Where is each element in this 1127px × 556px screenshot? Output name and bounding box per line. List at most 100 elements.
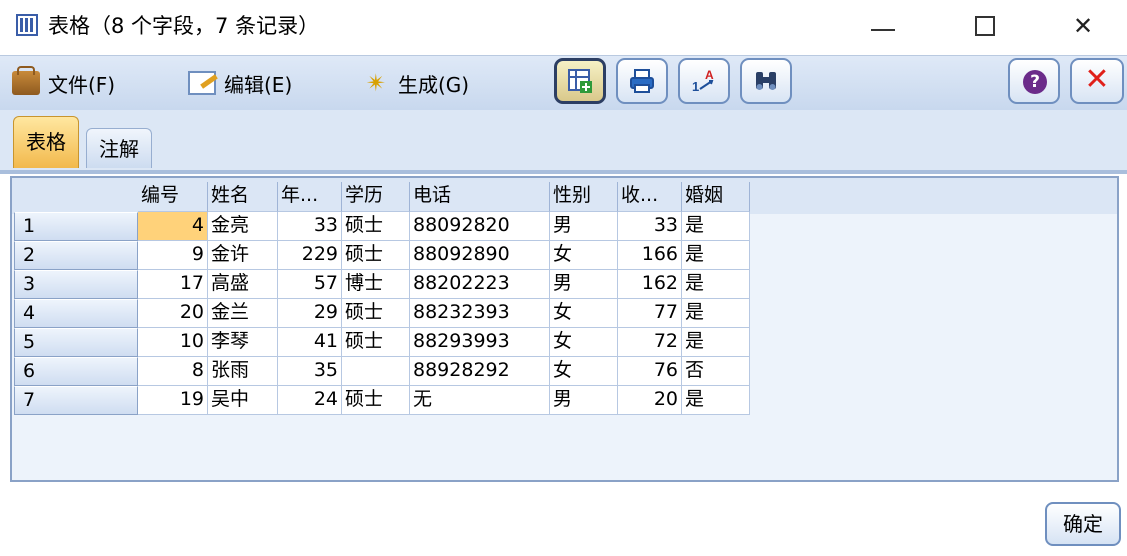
table-cell[interactable]: 166 xyxy=(618,241,682,270)
table-cell[interactable]: 金许 xyxy=(208,241,278,270)
sort-button[interactable]: 1 A xyxy=(678,58,730,104)
help-button[interactable]: ? xyxy=(1008,58,1060,104)
table-cell[interactable]: 19 xyxy=(138,386,208,415)
table-cell[interactable]: 88928292 xyxy=(410,357,550,386)
table-cell[interactable] xyxy=(342,357,410,386)
table-insert-button[interactable] xyxy=(554,58,606,104)
table-cell[interactable]: 88232393 xyxy=(410,299,550,328)
table-cell[interactable]: 24 xyxy=(278,386,342,415)
table-cell[interactable]: 72 xyxy=(618,328,682,357)
menu-edit[interactable]: 编辑(E) xyxy=(188,68,292,98)
window-close-button[interactable]: ✕ xyxy=(1058,8,1108,44)
table-cell[interactable]: 女 xyxy=(550,241,618,270)
maximize-button[interactable] xyxy=(960,8,1010,44)
table-cell[interactable]: 35 xyxy=(278,357,342,386)
row-header[interactable]: 6 xyxy=(14,357,138,386)
table-window-icon xyxy=(16,14,38,36)
table-cell[interactable]: 162 xyxy=(618,270,682,299)
table-cell[interactable]: 9 xyxy=(138,241,208,270)
edit-icon xyxy=(188,71,216,95)
table-cell[interactable]: 8 xyxy=(138,357,208,386)
row-header[interactable]: 7 xyxy=(14,386,138,415)
table-cell[interactable]: 吴中 xyxy=(208,386,278,415)
table-cell[interactable]: 博士 xyxy=(342,270,410,299)
table-cell[interactable]: 是 xyxy=(682,270,750,299)
close-dialog-button[interactable]: ✕ xyxy=(1070,58,1124,104)
table-corner xyxy=(14,182,138,212)
column-header[interactable]: 婚姻 xyxy=(682,182,750,212)
table-cell[interactable]: 是 xyxy=(682,212,750,241)
table-cell[interactable]: 是 xyxy=(682,386,750,415)
table-cell[interactable]: 张雨 xyxy=(208,357,278,386)
table-cell[interactable]: 男 xyxy=(550,386,618,415)
table-cell[interactable]: 41 xyxy=(278,328,342,357)
table-cell[interactable]: 男 xyxy=(550,212,618,241)
table-cell[interactable]: 女 xyxy=(550,299,618,328)
column-header[interactable]: 性别 xyxy=(550,182,618,212)
column-header[interactable]: 编号 xyxy=(138,182,208,212)
row-header[interactable]: 2 xyxy=(14,241,138,270)
table-cell[interactable]: 男 xyxy=(550,270,618,299)
ok-button[interactable]: 确定 xyxy=(1045,502,1121,546)
table-cell[interactable]: 否 xyxy=(682,357,750,386)
table-cell[interactable]: 硕士 xyxy=(342,299,410,328)
close-red-icon: ✕ xyxy=(1084,62,1110,97)
maximize-icon xyxy=(975,16,995,36)
data-table: 编号 姓名 年... 学历 电话 性别 收... 婚姻 1 4 金亮 33 硕士 88092820 男 33 是… xyxy=(10,176,1119,482)
table-cell[interactable]: 17 xyxy=(138,270,208,299)
table-cell[interactable]: 硕士 xyxy=(342,241,410,270)
menu-edit-label: 编辑(E) xyxy=(224,72,293,97)
table-cell[interactable]: 76 xyxy=(618,357,682,386)
table-cell[interactable]: 229 xyxy=(278,241,342,270)
column-header[interactable]: 姓名 xyxy=(208,182,278,212)
tab-table[interactable]: 表格 xyxy=(13,116,79,168)
table-cell[interactable]: 33 xyxy=(618,212,682,241)
table-cell[interactable]: 硕士 xyxy=(342,212,410,241)
print-icon xyxy=(630,69,654,93)
table-cell[interactable]: 20 xyxy=(618,386,682,415)
table-cell[interactable]: 是 xyxy=(682,328,750,357)
column-header[interactable]: 电话 xyxy=(410,182,550,212)
row-header[interactable]: 1 xyxy=(14,212,138,241)
menu-generate-label: 生成(G) xyxy=(398,72,470,97)
minimize-button[interactable] xyxy=(858,8,908,44)
table-cell[interactable]: 57 xyxy=(278,270,342,299)
tab-strip: 表格 注解 xyxy=(0,110,1127,174)
column-header[interactable]: 学历 xyxy=(342,182,410,212)
table-cell[interactable]: 无 xyxy=(410,386,550,415)
table-cell[interactable]: 29 xyxy=(278,299,342,328)
sparkle-icon: ✴ xyxy=(365,69,387,97)
table-cell[interactable]: 女 xyxy=(550,328,618,357)
tab-annotation[interactable]: 注解 xyxy=(86,128,152,168)
table-cell[interactable]: 硕士 xyxy=(342,328,410,357)
column-header[interactable]: 收... xyxy=(618,182,682,212)
table-cell[interactable]: 硕士 xyxy=(342,386,410,415)
table-cell[interactable]: 金亮 xyxy=(208,212,278,241)
close-icon: ✕ xyxy=(1072,12,1094,40)
table-cell[interactable]: 高盛 xyxy=(208,270,278,299)
table-cell[interactable]: 10 xyxy=(138,328,208,357)
table-cell[interactable]: 88092820 xyxy=(410,212,550,241)
table-cell[interactable]: 33 xyxy=(278,212,342,241)
table-cell[interactable]: 李琴 xyxy=(208,328,278,357)
row-header[interactable]: 4 xyxy=(14,299,138,328)
table-cell[interactable]: 88293993 xyxy=(410,328,550,357)
table-cell[interactable]: 女 xyxy=(550,357,618,386)
table-cell[interactable]: 是 xyxy=(682,241,750,270)
print-button[interactable] xyxy=(616,58,668,104)
row-header[interactable]: 3 xyxy=(14,270,138,299)
table-cell[interactable]: 77 xyxy=(618,299,682,328)
table-cell[interactable]: 88092890 xyxy=(410,241,550,270)
find-button[interactable] xyxy=(740,58,792,104)
sort-icon: 1 A xyxy=(692,68,714,94)
table-cell[interactable]: 金兰 xyxy=(208,299,278,328)
table-cell[interactable]: 4 xyxy=(138,212,208,241)
row-header[interactable]: 5 xyxy=(14,328,138,357)
menu-file[interactable]: 文件(F) xyxy=(12,66,115,98)
column-header[interactable]: 年... xyxy=(278,182,342,212)
menu-generate[interactable]: ✴ 生成(G) xyxy=(362,68,469,98)
table-cell[interactable]: 是 xyxy=(682,299,750,328)
table-cell[interactable]: 20 xyxy=(138,299,208,328)
table-cell[interactable]: 88202223 xyxy=(410,270,550,299)
binoculars-icon xyxy=(756,72,776,90)
